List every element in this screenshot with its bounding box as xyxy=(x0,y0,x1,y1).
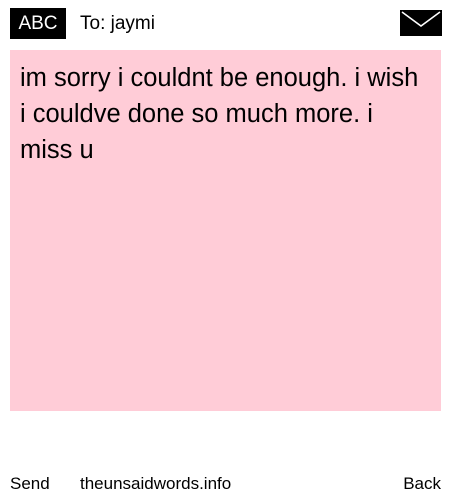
send-button[interactable]: Send xyxy=(10,470,50,498)
envelope-icon-graphic xyxy=(400,10,442,36)
message-text: im sorry i couldnt be enough. i wish i c… xyxy=(20,64,419,164)
recipient-label: To: jaymi xyxy=(80,13,155,34)
input-mode-badge: ABC xyxy=(10,8,66,39)
back-button[interactable]: Back xyxy=(403,470,441,498)
header-bar: ABC To: jaymi xyxy=(0,0,450,48)
envelope-icon xyxy=(400,10,442,36)
footer-bar: Send theunsaidwords.info Back xyxy=(0,470,450,498)
message-screen: ABC To: jaymi im sorry i couldnt be enou… xyxy=(0,0,450,500)
site-name: theunsaidwords.info xyxy=(80,474,232,493)
message-body[interactable]: im sorry i couldnt be enough. i wish i c… xyxy=(10,50,441,411)
